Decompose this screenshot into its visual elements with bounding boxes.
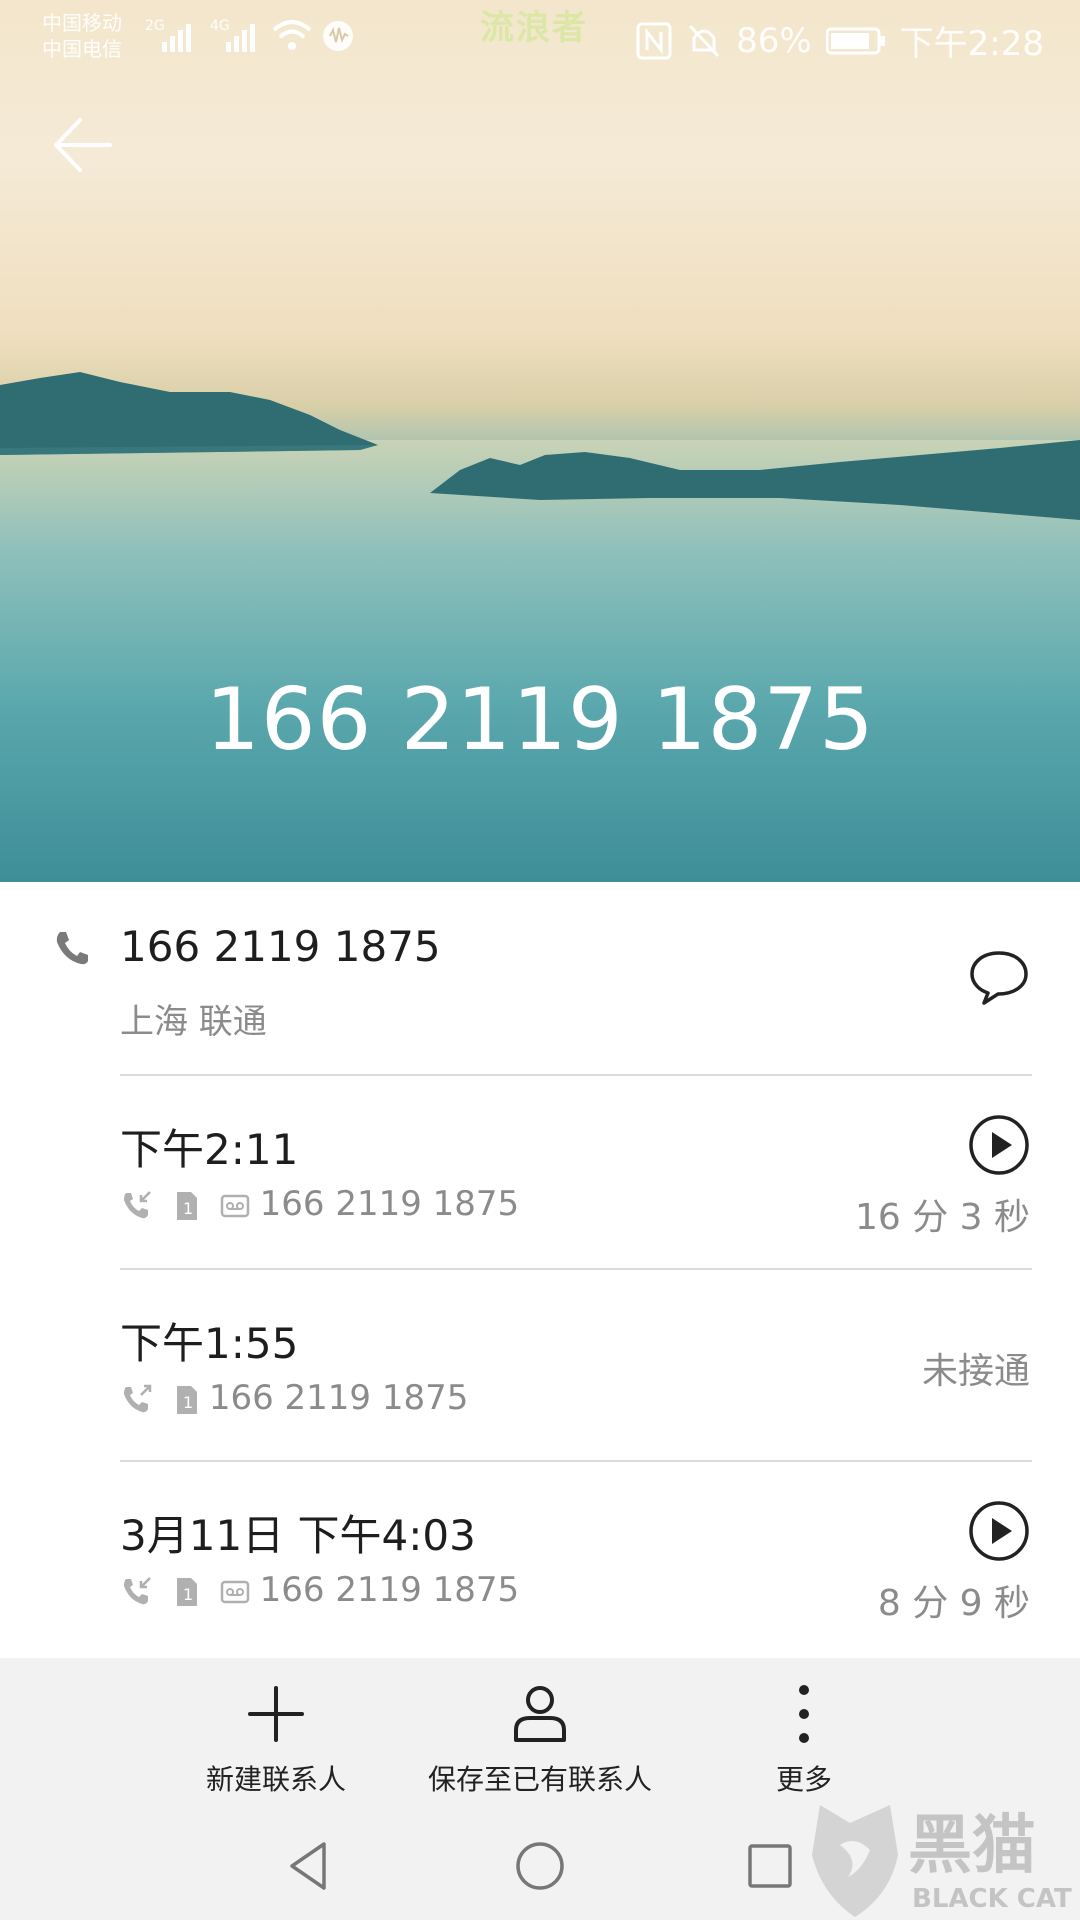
call-number: 166 2119 1875 <box>259 1570 520 1610</box>
message-icon[interactable] <box>968 947 1030 1009</box>
sim-1-icon: 1 <box>176 1577 197 1606</box>
new-contact-button[interactable]: 新建联系人 <box>126 1658 426 1808</box>
call-time: 下午2:11 <box>120 1125 299 1174</box>
divider <box>120 1074 1032 1076</box>
call-detail: 1 166 2119 1875 <box>120 1570 519 1610</box>
svg-text:1: 1 <box>183 1585 193 1604</box>
sim-1-icon: 1 <box>176 1191 197 1220</box>
nav-recents-icon[interactable] <box>742 1838 798 1894</box>
battery-icon <box>825 27 885 54</box>
mute-bell-icon <box>688 24 720 57</box>
person-icon <box>514 1686 566 1742</box>
plus-icon <box>248 1686 304 1742</box>
more-vertical-icon <box>799 1685 809 1743</box>
call-detail: 1 166 2119 1875 <box>120 1378 468 1418</box>
svg-text:1: 1 <box>183 1393 193 1412</box>
wifi-icon <box>272 20 312 50</box>
divider <box>120 1268 1032 1270</box>
back-arrow-icon[interactable] <box>48 110 118 180</box>
call-time: 下午1:55 <box>120 1319 299 1368</box>
status-bar: 中国移动 中国电信 2G 4G 流浪者 86% 下午2:28 <box>0 0 1080 75</box>
call-number: 166 2119 1875 <box>259 1184 520 1224</box>
sim-1-icon: 1 <box>176 1385 197 1414</box>
battery-percent: 86% <box>736 20 812 61</box>
call-detail: 1 166 2119 1875 <box>120 1184 519 1224</box>
divider <box>120 1460 1032 1462</box>
call-number: 166 2119 1875 <box>208 1378 469 1418</box>
carrier-1: 中国移动 <box>42 11 122 35</box>
outgoing-call-icon <box>124 1384 152 1412</box>
carrier-labels: 中国移动 中国电信 <box>42 10 122 62</box>
new-contact-label: 新建联系人 <box>205 1763 346 1796</box>
audio-icon <box>323 21 353 51</box>
contact-location: 上海 联通 <box>120 1002 267 1042</box>
play-recording-icon[interactable] <box>968 1500 1030 1562</box>
logo-text-cn: 黑猫 <box>908 1809 1036 1883</box>
signal-icon <box>162 24 191 52</box>
nfc-icon <box>636 22 672 59</box>
call-duration: 8 分 9 秒 <box>877 1583 1030 1624</box>
voicemail-icon <box>220 1194 249 1217</box>
play-recording-icon[interactable] <box>968 1114 1030 1176</box>
carrier-2: 中国电信 <box>42 37 122 61</box>
logo-text-en: BLACK CAT <box>912 1884 1072 1914</box>
call-time: 3月11日 下午4:03 <box>120 1511 476 1560</box>
header-phone-number: 166 2119 1875 <box>205 670 875 770</box>
voicemail-icon <box>220 1580 249 1603</box>
save-to-existing-label: 保存至已有联系人 <box>427 1763 652 1796</box>
more-label: 更多 <box>775 1763 832 1796</box>
save-to-existing-button[interactable]: 保存至已有联系人 <box>390 1658 690 1808</box>
signal-icon <box>226 24 255 52</box>
incoming-call-icon <box>124 1576 151 1604</box>
black-cat-logo: 黑猫 BLACK CAT <box>812 1805 1072 1917</box>
svg-text:1: 1 <box>183 1199 193 1218</box>
incoming-call-icon <box>124 1190 151 1218</box>
contact-number[interactable]: 166 2119 1875 <box>120 922 441 971</box>
clock: 下午2:28 <box>899 24 1044 64</box>
nav-home-icon[interactable] <box>512 1838 568 1894</box>
bottom-action-bar: 新建联系人 保存至已有联系人 更多 <box>0 1658 1080 1808</box>
watermark-text: 流浪者 <box>480 8 588 48</box>
call-status: 未接通 <box>921 1351 1030 1392</box>
nav-back-icon[interactable] <box>282 1838 338 1894</box>
phone-icon <box>56 932 88 965</box>
more-button[interactable]: 更多 <box>654 1658 954 1808</box>
header-background: 中国移动 中国电信 2G 4G 流浪者 86% 下午2:28 166 2119 … <box>0 0 1080 882</box>
call-duration: 16 分 3 秒 <box>854 1197 1030 1238</box>
